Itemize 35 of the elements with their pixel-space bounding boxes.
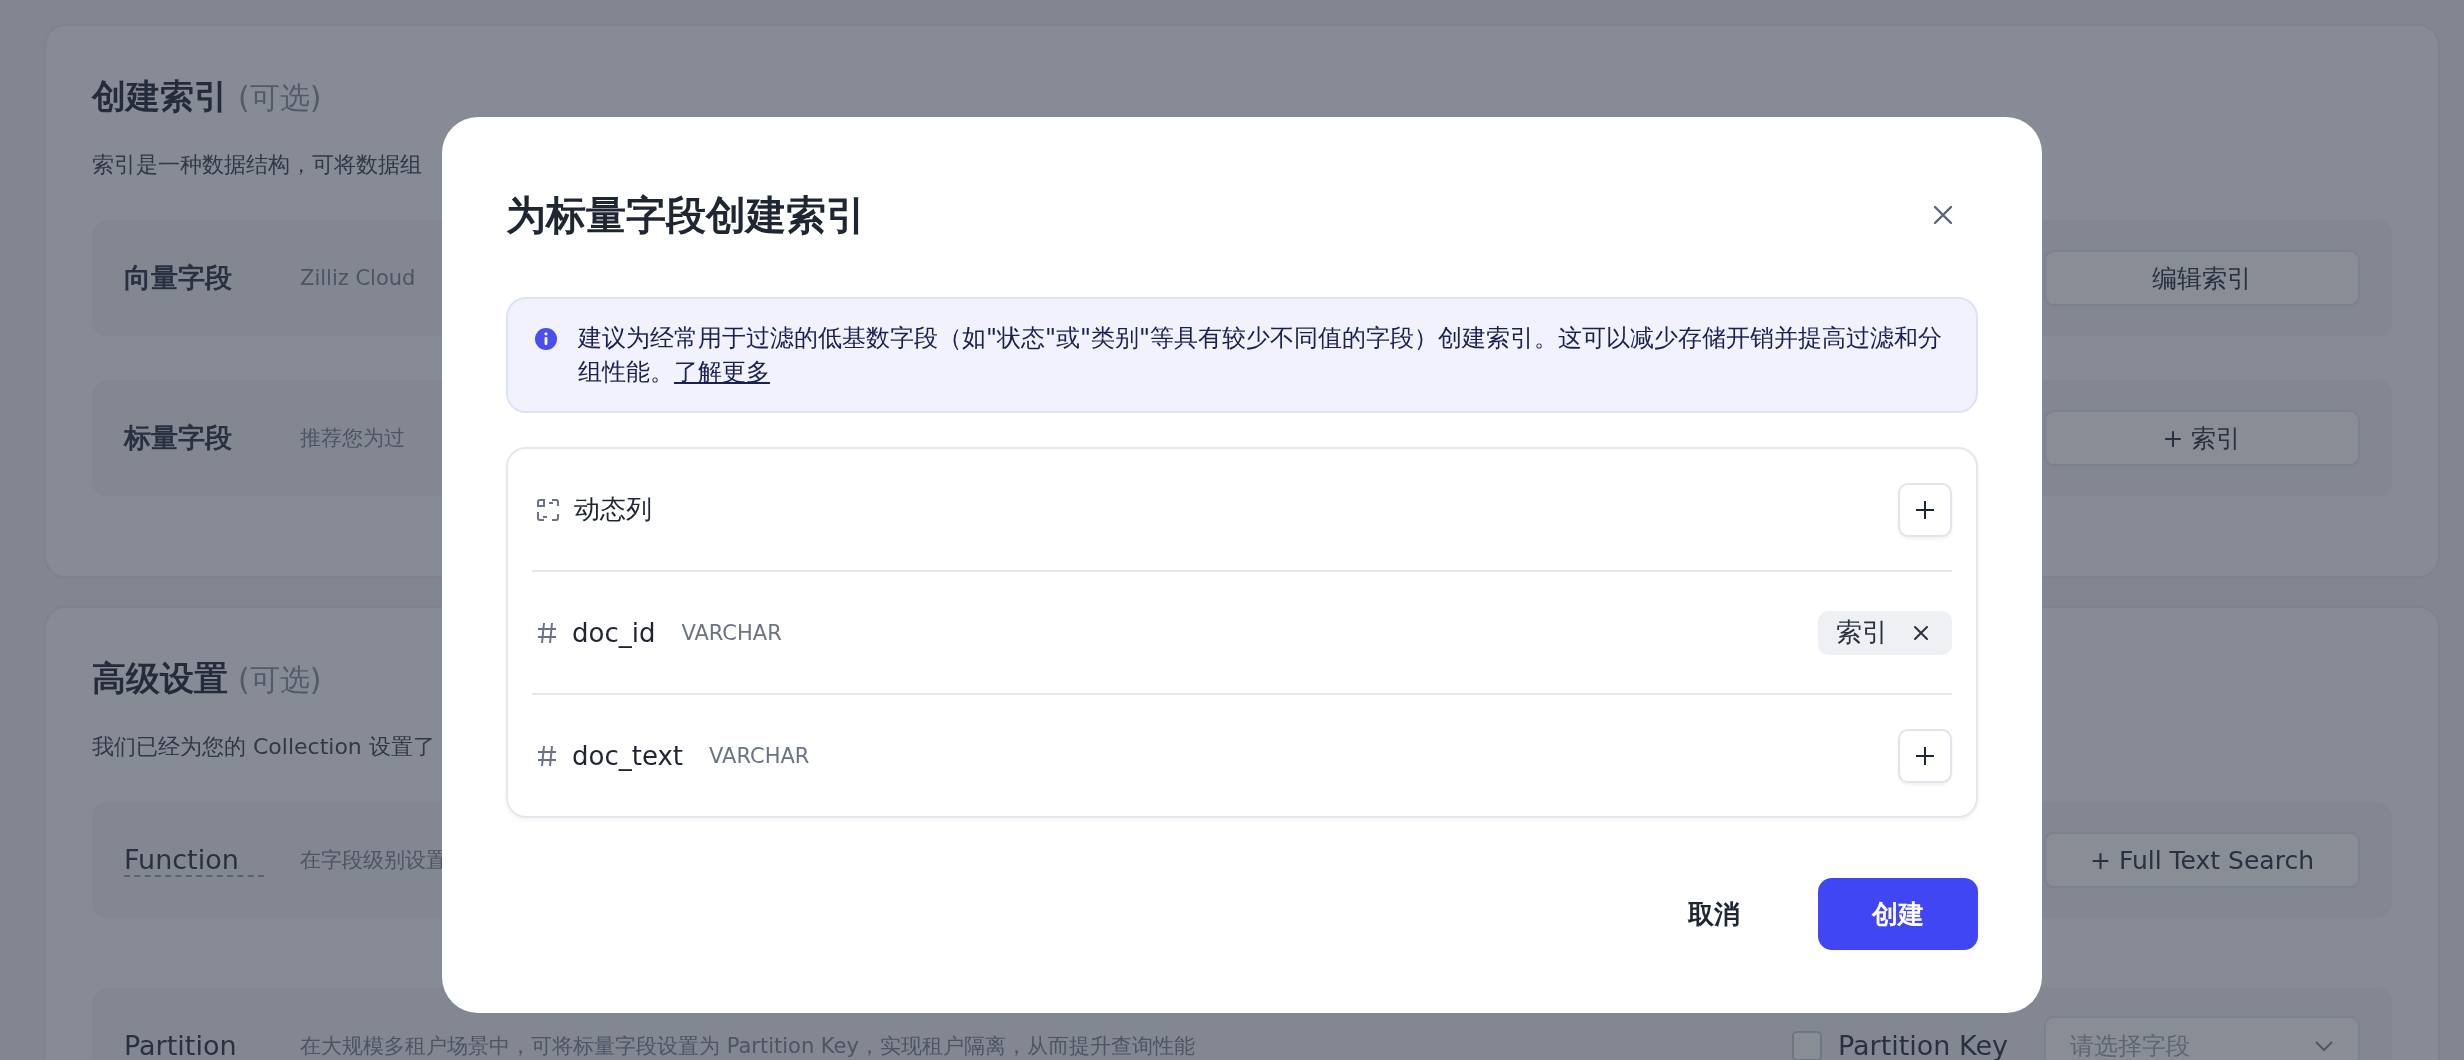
row-button[interactable]: 编辑索引 (2044, 250, 2360, 306)
section-title: 高级设置 (92, 657, 228, 700)
cancel-button[interactable]: 取消 (1658, 878, 1770, 950)
info-text: 建议为经常用于过滤的低基数字段（如"状态"或"类别"等具有较少不同值的字段）创建索引。这可以减少存储开销并提高过滤和分组性能。了解更多 (578, 323, 1944, 388)
field-name: doc_text (572, 740, 684, 771)
field-name: doc_id (572, 617, 656, 648)
row-label: 向量字段 (124, 261, 233, 295)
section-description: 索引是一种数据结构，可将数据组 (92, 151, 422, 179)
add-index-button[interactable] (1898, 728, 1952, 783)
info-icon (534, 327, 558, 351)
chevron-icon (2314, 1040, 2334, 1052)
section-description: 我们已经为您的 Collection 设置了 (92, 733, 435, 761)
learn-more-link[interactable]: 了解更多 (674, 358, 770, 386)
section-title: 创建索引 (92, 75, 228, 118)
plus-icon (1915, 745, 1935, 766)
plus-icon (1915, 499, 1935, 520)
hash-icon (536, 743, 558, 768)
remove-icon[interactable] (1912, 623, 1930, 642)
create-button[interactable]: 创建 (1818, 878, 1978, 950)
row-label: Partition (124, 1029, 264, 1060)
field-type: VARCHAR (681, 620, 782, 645)
checkbox[interactable] (1791, 1031, 1822, 1060)
hash-icon (536, 620, 558, 645)
row-label: Function (124, 843, 264, 877)
checkbox-label: Partition Key (1837, 1029, 2008, 1060)
close-icon[interactable] (1932, 204, 1954, 226)
dynamic-column-icon (536, 497, 560, 522)
row-button[interactable]: + Full Text Search (2044, 832, 2360, 888)
tag-label: 索引 (1836, 616, 1888, 649)
field-type: VARCHAR (709, 743, 810, 768)
field-name: 动态列 (574, 493, 652, 526)
row-button[interactable]: + 索引 (2044, 410, 2360, 466)
add-index-button[interactable] (1898, 482, 1952, 537)
row-label: 标量字段 (124, 421, 233, 455)
dialog-title: 为标量字段创建索引 (506, 190, 866, 240)
